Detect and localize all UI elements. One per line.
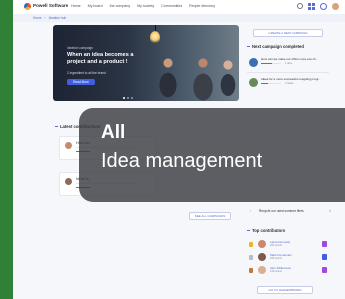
heading-accent: [55, 126, 58, 128]
caption-overlay: All Idea management: [79, 108, 345, 202]
breadcrumb-ideation-hub[interactable]: Ideation hub: [49, 16, 67, 20]
next-campaign-heading: Next campaign completed: [247, 44, 304, 49]
overlay-subtitle: Idea management: [101, 150, 263, 172]
campaign-list-item-count: 0: [329, 209, 331, 213]
campaign-card[interactable]: How can we make our office more eco-fri.…: [247, 56, 329, 72]
brand-logo-icon[interactable]: [24, 3, 31, 10]
nav-item-people-directory[interactable]: People directory: [189, 4, 215, 8]
nav-item-my-society[interactable]: My society: [137, 4, 154, 8]
campaign-progress-fill: [261, 83, 268, 85]
nav-item-home[interactable]: Home: [71, 4, 81, 8]
badge-icon: [322, 267, 327, 273]
hero-title: When an idea becomes a project and a pro…: [67, 52, 134, 65]
campaign-progress-fill: [261, 63, 272, 65]
nav-item-communities[interactable]: Communities: [161, 4, 182, 8]
breadcrumb-home[interactable]: Home: [33, 16, 42, 20]
carousel-dots[interactable]: [123, 97, 133, 99]
contributor-row[interactable]: Alex Williamson 120 points: [247, 265, 333, 276]
contributor-points: 180 points: [270, 257, 282, 260]
contributors-title: Top contributors: [252, 228, 286, 233]
avatar: [65, 178, 72, 185]
heading-accent: [247, 230, 250, 232]
contributor-points: 250 points: [270, 244, 282, 247]
heading-accent: [247, 46, 250, 48]
nav-item-my-board[interactable]: My board: [88, 4, 103, 8]
contributor-row[interactable]: Mark Fernandez 180 points: [247, 252, 333, 263]
badge-icon: [322, 254, 327, 260]
campaign-meta: 1 idea: [285, 61, 293, 65]
gold-medal-icon: [249, 242, 253, 247]
chevron-left-icon[interactable]: ‹: [250, 208, 251, 213]
carousel-dot[interactable]: [131, 97, 133, 99]
breadcrumb-bar: Home › Ideation hub: [13, 14, 345, 22]
hero-subtitle: 2 Ingredient to all the brand: [67, 71, 106, 75]
main-nav: Home My board the company My society Com…: [71, 4, 215, 8]
top-icons: [297, 3, 339, 10]
help-icon[interactable]: [320, 3, 327, 10]
overlay-title: All: [101, 122, 126, 143]
carousel-dot[interactable]: [123, 97, 125, 99]
divider: [247, 72, 329, 73]
silver-medal-icon: [249, 255, 253, 260]
nav-item-the-company[interactable]: the company: [110, 4, 131, 8]
breadcrumb: Home › Ideation hub: [33, 16, 66, 20]
read-more-button[interactable]: Read More: [67, 79, 95, 85]
hero-people-photo: [148, 45, 238, 101]
avatar: [65, 142, 72, 149]
campaign-meta: 4 Ideas: [285, 81, 294, 85]
breadcrumb-separator: ›: [44, 16, 46, 20]
leaderboard-button[interactable]: GO TO LEADERBOARD: [257, 286, 313, 294]
app-launcher-icon[interactable]: [308, 3, 315, 10]
lightbulb-icon: [150, 31, 160, 44]
contributor-points: 120 points: [270, 270, 282, 273]
user-avatar[interactable]: [332, 3, 339, 10]
avatar: [258, 240, 266, 248]
campaign-progress: [261, 63, 281, 65]
search-icon[interactable]: [297, 3, 303, 9]
campaign-thumbnail: [249, 58, 258, 67]
campaign-thumbnail: [249, 78, 258, 87]
see-all-campaigns-button[interactable]: SEE ALL CAMPAIGNS: [189, 212, 231, 220]
bronze-medal-icon: [249, 268, 253, 273]
contributor-row[interactable]: Laura Donnelly 250 points: [247, 239, 333, 250]
brand-name[interactable]: Powell Software: [33, 3, 68, 8]
top-bar: Powell Software Home My board the compan…: [13, 0, 345, 15]
campaign-progress: [261, 83, 281, 85]
campaign-title: How can we make our office more eco-fri.…: [261, 57, 318, 61]
badge-icon: [322, 241, 327, 247]
hero-banner[interactable]: Ideation campaign When an idea becomes a…: [53, 25, 239, 101]
campaign-card[interactable]: Ideas for a more successful onsgding pro…: [247, 76, 329, 92]
avatar: [258, 266, 266, 274]
campaign-title: Ideas for a more successful onsgding pro…: [261, 77, 321, 81]
campaign-list-item-title: Recycle our used summer fliers: [259, 209, 304, 213]
next-campaign-title: Next campaign completed: [252, 44, 304, 49]
carousel-dot[interactable]: [127, 97, 129, 99]
campaign-list-item[interactable]: ‹ Recycle our used summer fliers 0: [247, 208, 333, 215]
contributors-heading: Top contributors: [247, 228, 285, 233]
avatar: [258, 253, 266, 261]
hero-kicker: Ideation campaign: [67, 46, 94, 50]
create-campaign-button[interactable]: CREATE A NEW CAMPAIGN: [253, 29, 323, 37]
